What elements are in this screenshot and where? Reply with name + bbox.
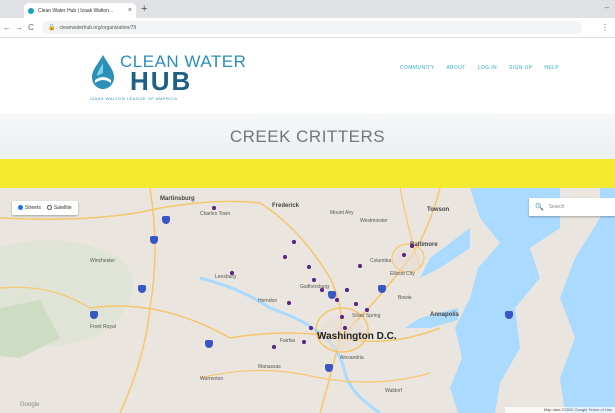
water-drop-icon	[92, 55, 114, 89]
site-marker[interactable]	[343, 326, 347, 330]
site-marker[interactable]	[358, 264, 362, 268]
map-label-washington-dc: Washington D.C.	[317, 331, 397, 342]
page-banner: CREEK CRITTERS	[0, 114, 615, 159]
site-marker[interactable]	[309, 326, 313, 330]
map-label-front-royal: Front Royal	[90, 324, 116, 330]
browser-window: Clean Water Hub | Izaak Walton... × + – …	[0, 0, 615, 413]
map-base	[0, 188, 615, 413]
site-marker[interactable]	[287, 301, 291, 305]
nav-log-in[interactable]: LOG IN	[478, 65, 497, 71]
map-label-martinsburg: Martinsburg	[160, 196, 195, 202]
interstate-shield-icon	[378, 285, 386, 293]
new-tab-icon[interactable]: +	[141, 2, 147, 16]
lock-icon: 🔒	[48, 25, 56, 31]
tab-title: Clean Water Hub | Izaak Walton...	[38, 7, 114, 14]
map-terms[interactable]: Map data ©2020 Google Terms of Use	[505, 407, 615, 413]
map-label-alexandria: Alexandria	[340, 355, 364, 361]
site-marker[interactable]	[320, 288, 324, 292]
site-marker[interactable]	[212, 206, 216, 210]
interstate-shield-icon	[90, 311, 98, 319]
site-marker[interactable]	[354, 302, 358, 306]
radio-off-icon	[46, 205, 52, 211]
logo-subtitle: IZAAK WALTON LEAGUE OF AMERICA	[90, 96, 178, 101]
map-label-charles-town: Charles Town	[200, 211, 231, 217]
logo-text-hub: HUB	[130, 66, 193, 96]
main-nav: COMMUNITY ABOUT LOG IN SIGN UP HELP	[400, 65, 559, 71]
interstate-shield-icon	[325, 364, 333, 372]
map-label-gaithersburg: Gaithersburg	[300, 284, 329, 290]
interstate-shield-icon	[162, 216, 170, 224]
forward-icon[interactable]: →	[14, 23, 24, 32]
map-label-manassas: Manassas	[258, 364, 281, 370]
interstate-shield-icon	[150, 236, 158, 244]
map-label-mount-airy: Mount Airy	[330, 210, 354, 216]
map-label-herndon: Herndon	[258, 298, 278, 304]
site-marker[interactable]	[312, 278, 316, 282]
map-label-bowie: Bowie	[398, 295, 412, 301]
map-search-input[interactable]: 🔍 Search	[529, 198, 615, 216]
nav-community[interactable]: COMMUNITY	[400, 65, 434, 71]
map-label-baltimore: Baltimore	[410, 242, 438, 248]
minimize-icon[interactable]: –	[605, 3, 609, 12]
site-header: CLEAN WATER HUB IZAAK WALTON LEAGUE OF A…	[0, 38, 615, 114]
page-title: CREEK CRITTERS	[229, 126, 386, 146]
site-marker[interactable]	[402, 253, 406, 257]
magnifier-icon: 🔍	[535, 204, 544, 211]
site-marker[interactable]	[283, 255, 287, 259]
map-label-columbia: Columbia	[370, 258, 392, 264]
close-tab-icon[interactable]: ×	[128, 7, 132, 14]
browser-tab[interactable]: Clean Water Hub | Izaak Walton... ×	[24, 3, 136, 18]
interstate-shield-icon	[205, 340, 213, 348]
map-label-silver-spring: Silver Spring	[352, 313, 381, 319]
map-type-toggle: Streets Satellite	[12, 201, 78, 215]
nav-sign-up[interactable]: SIGN UP	[509, 65, 532, 71]
favicon-icon	[28, 7, 34, 14]
map-label-ellicott-city: Ellicott City	[390, 271, 415, 277]
interstate-shield-icon	[138, 285, 146, 293]
google-logo: Google	[20, 402, 40, 408]
map-type-satellite[interactable]: Satellite	[46, 205, 72, 211]
site-marker[interactable]	[272, 345, 276, 349]
map-label-warrenton: Warrenton	[200, 376, 224, 382]
map-search-placeholder: Search	[548, 204, 565, 210]
site-marker[interactable]	[230, 271, 234, 275]
map-view[interactable]: Streets Satellite 🔍 Search Martinsburg F…	[0, 188, 615, 413]
site-marker[interactable]	[307, 265, 311, 269]
nav-help[interactable]: HELP	[544, 65, 559, 71]
site-marker[interactable]	[410, 244, 414, 248]
back-icon[interactable]: ←	[2, 23, 12, 32]
site-logo[interactable]: CLEAN WATER HUB IZAAK WALTON LEAGUE OF A…	[86, 50, 246, 112]
map-label-waldorf: Waldorf	[385, 388, 403, 394]
map-label-annapolis: Annapolis	[430, 312, 460, 318]
site-marker[interactable]	[340, 315, 344, 319]
site-marker[interactable]	[302, 340, 306, 344]
map-type-streets[interactable]: Streets	[18, 205, 41, 211]
site-marker[interactable]	[335, 298, 339, 302]
map-label-leesburg: Leesburg	[215, 274, 236, 280]
browser-menu-icon[interactable]: ⋮	[601, 23, 609, 32]
map-label-towson: Towson	[427, 207, 450, 213]
nav-about[interactable]: ABOUT	[446, 65, 465, 71]
site-marker[interactable]	[292, 240, 296, 244]
reload-icon[interactable]: C	[26, 23, 36, 32]
yellow-band	[0, 159, 615, 188]
map-label-winchester: Winchester	[90, 258, 116, 264]
tab-bar: Clean Water Hub | Izaak Walton... × + –	[0, 0, 615, 18]
map-label-fairfax: Fairfax	[280, 338, 296, 344]
interstate-shield-icon	[505, 311, 513, 319]
radio-on-icon	[18, 205, 23, 211]
map-label-frederick: Frederick	[272, 203, 300, 209]
site-marker[interactable]	[345, 288, 349, 292]
map-label-westminster: Westminster	[360, 218, 388, 224]
url-field[interactable]: 🔒 cleanwaterhub.org/organization/79	[42, 21, 582, 34]
address-bar: ← → C 🔒 cleanwaterhub.org/organization/7…	[0, 18, 615, 38]
url-text: cleanwaterhub.org/organization/79	[59, 24, 137, 31]
site-marker[interactable]	[365, 308, 369, 312]
